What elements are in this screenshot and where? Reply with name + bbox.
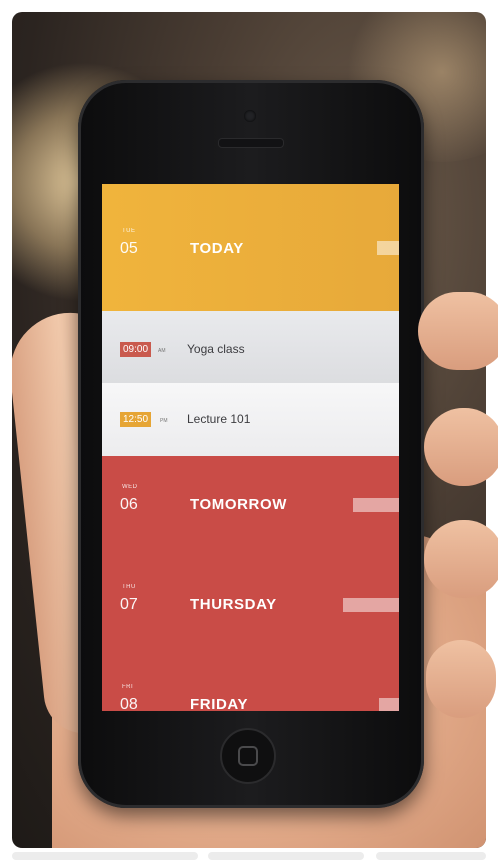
home-button[interactable] [220, 728, 276, 784]
thumbnail-strip [12, 852, 198, 860]
event-ampm: PM [160, 418, 168, 424]
day-date: 06 [120, 496, 138, 513]
day-load-indicator [379, 698, 399, 711]
calendar-screen: TUE 05 TODAY 09:00 AM Yoga class 12:50 P… [102, 184, 399, 711]
hand-finger [418, 292, 498, 370]
day-date: 07 [120, 596, 138, 613]
event-title: Yoga class [187, 342, 245, 356]
event-row[interactable]: 12:50 PM Lecture 101 [102, 383, 399, 456]
day-label: TODAY [190, 240, 244, 257]
day-load-indicator [353, 498, 399, 512]
speaker-grille [218, 138, 284, 148]
day-date: 08 [120, 696, 138, 711]
day-row-friday[interactable]: FRI 08 FRIDAY [102, 656, 399, 711]
home-square-icon [238, 746, 258, 766]
hand-finger [424, 408, 498, 486]
day-load-indicator [377, 241, 399, 255]
day-row-today[interactable]: TUE 05 TODAY [102, 184, 399, 311]
day-label: THURSDAY [190, 596, 277, 613]
day-label: FRIDAY [190, 696, 249, 711]
event-time-badge: 12:50 [120, 412, 152, 427]
day-weekday: THU [122, 584, 136, 590]
event-row[interactable]: 09:00 AM Yoga class [102, 311, 399, 383]
day-label: TOMORROW [190, 496, 288, 513]
day-weekday: FRI [122, 684, 134, 690]
day-load-indicator [343, 598, 399, 612]
event-title: Lecture 101 [187, 412, 251, 426]
front-camera-icon [244, 110, 256, 122]
hand-finger [424, 520, 498, 598]
thumbnail-strip [208, 852, 364, 860]
day-weekday: TUE [122, 228, 136, 234]
day-row-tomorrow[interactable]: WED 06 TOMORROW [102, 456, 399, 557]
day-row-thursday[interactable]: THU 07 THURSDAY [102, 556, 399, 657]
hand-finger [426, 640, 496, 718]
event-time-badge: 09:00 [120, 342, 152, 357]
day-date: 05 [120, 240, 138, 257]
day-weekday: WED [122, 484, 138, 490]
thumbnail-strip [376, 852, 486, 860]
event-ampm: AM [158, 348, 166, 354]
